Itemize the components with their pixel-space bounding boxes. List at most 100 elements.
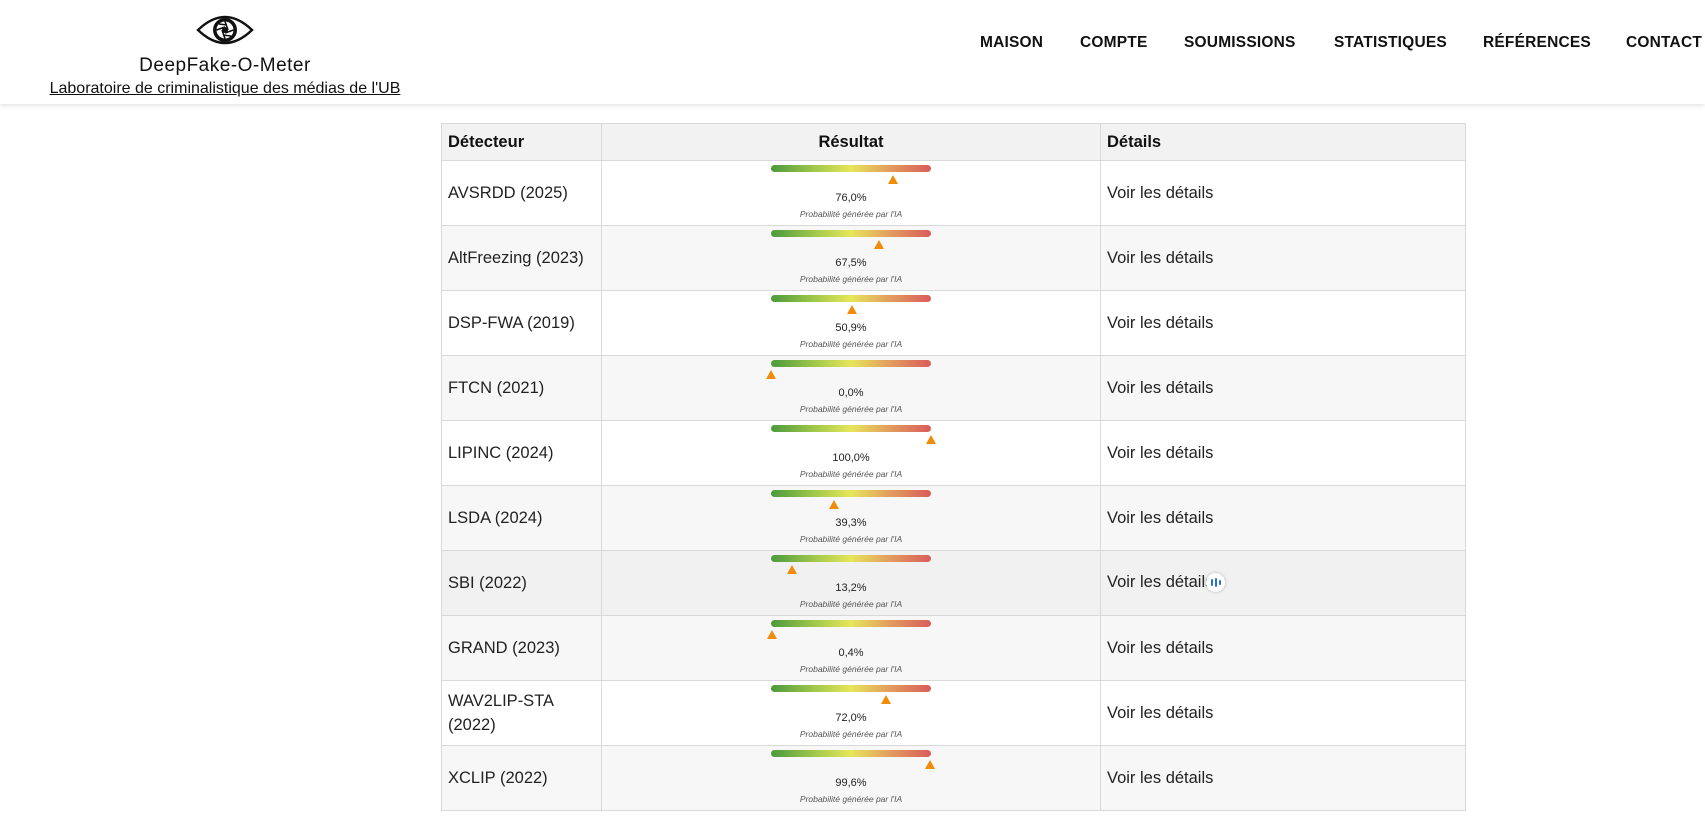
header-result: Résultat bbox=[601, 123, 1101, 161]
detector-name: LIPINC (2024) bbox=[441, 420, 602, 486]
table-header-row: Détecteur Résultat Détails bbox=[441, 123, 1466, 161]
detector-name: AVSRDD (2025) bbox=[441, 160, 602, 226]
nav-maison[interactable]: MAISON bbox=[980, 34, 1043, 52]
detector-name: WAV2LIP-STA (2022) bbox=[441, 680, 602, 746]
details-cell: Voir les détails bbox=[1100, 745, 1466, 811]
gauge-marker-icon bbox=[766, 630, 777, 639]
gauge-marker-icon bbox=[828, 500, 839, 509]
main-nav: MAISON COMPTE SOUMISSIONS STATISTIQUES R… bbox=[0, 34, 1705, 56]
gauge-marker-icon bbox=[887, 175, 898, 184]
details-link[interactable]: Voir les détails bbox=[1107, 639, 1213, 657]
probability-value: 99,6% bbox=[835, 777, 867, 789]
details-cell: Voir les détails bbox=[1100, 290, 1466, 356]
table-row: FTCN (2021) 0,0% Probabilité générée par l… bbox=[441, 355, 1466, 421]
gauge-marker-icon bbox=[847, 305, 858, 314]
probability-caption: Probabilité générée par l'IA bbox=[799, 794, 903, 804]
brand-subtitle-link[interactable]: Laboratoire de criminalistique des média… bbox=[26, 80, 424, 98]
gauge-bar bbox=[771, 230, 931, 237]
probability-caption: Probabilité générée par l'IA bbox=[799, 599, 903, 609]
details-link[interactable]: Voir les détails bbox=[1107, 249, 1213, 267]
probability-value: 50,9% bbox=[835, 322, 867, 334]
gauge-bar bbox=[771, 360, 931, 367]
detector-name: AltFreezing (2023) bbox=[441, 225, 602, 291]
table-row: AltFreezing (2023) 67,5% Probabilité génér… bbox=[441, 225, 1466, 291]
table-row: XCLIP (2022) 99,6% Probabilité générée par… bbox=[441, 745, 1466, 811]
details-cell: Voir les détails bbox=[1100, 355, 1466, 421]
header-details: Détails bbox=[1100, 123, 1466, 161]
details-cell: Voir les détails bbox=[1100, 420, 1466, 486]
probability-gauge: 76,0% Probabilité générée par l'IA bbox=[771, 165, 931, 221]
probability-gauge: 0,0% Probabilité générée par l'IA bbox=[766, 360, 931, 416]
audio-wave-icon[interactable] bbox=[1206, 572, 1226, 592]
gauge-bar bbox=[771, 295, 931, 302]
brand-name: DeepFake-O-Meter bbox=[139, 55, 311, 76]
probability-gauge: 99,6% Probabilité générée par l'IA bbox=[771, 750, 936, 806]
details-link[interactable]: Voir les détails bbox=[1107, 704, 1213, 722]
result-cell: 100,0% Probabilité générée par l'IA bbox=[601, 420, 1101, 486]
table-row: AVSRDD (2025) 76,0% Probabilité générée pa… bbox=[441, 160, 1466, 226]
result-cell: 0,4% Probabilité générée par l'IA bbox=[601, 615, 1101, 681]
probability-value: 100,0% bbox=[832, 452, 870, 464]
probability-gauge: 50,9% Probabilité générée par l'IA bbox=[771, 295, 931, 351]
details-cell: Voir les détails bbox=[1100, 160, 1466, 226]
probability-caption: Probabilité générée par l'IA bbox=[799, 664, 903, 674]
result-cell: 76,0% Probabilité générée par l'IA bbox=[601, 160, 1101, 226]
gauge-bar bbox=[771, 620, 931, 627]
detector-name: FTCN (2021) bbox=[441, 355, 602, 421]
result-cell: 0,0% Probabilité générée par l'IA bbox=[601, 355, 1101, 421]
probability-value: 67,5% bbox=[835, 257, 867, 269]
gauge-bar bbox=[771, 425, 931, 432]
gauge-marker-icon bbox=[766, 370, 776, 379]
table-row: DSP-FWA (2019) 50,9% Probabilité générée p… bbox=[441, 290, 1466, 356]
table-row: WAV2LIP-STA (2022) 72,0% Probabilité génér… bbox=[441, 680, 1466, 746]
details-link[interactable]: Voir les détails bbox=[1107, 314, 1213, 332]
result-cell: 67,5% Probabilité générée par l'IA bbox=[601, 225, 1101, 291]
result-cell: 13,2% Probabilité générée par l'IA bbox=[601, 550, 1101, 616]
probability-gauge: 100,0% Probabilité générée par l'IA bbox=[771, 425, 936, 481]
details-link[interactable]: Voir les détails bbox=[1107, 769, 1213, 787]
probability-gauge: 0,4% Probabilité générée par l'IA bbox=[766, 620, 931, 676]
result-cell: 99,6% Probabilité générée par l'IA bbox=[601, 745, 1101, 811]
details-link[interactable]: Voir les détails bbox=[1107, 444, 1213, 462]
result-cell: 72,0% Probabilité générée par l'IA bbox=[601, 680, 1101, 746]
probability-value: 72,0% bbox=[835, 712, 867, 724]
details-link[interactable]: Voir les détails bbox=[1107, 379, 1213, 397]
gauge-bar bbox=[771, 750, 931, 757]
detector-name: DSP-FWA (2019) bbox=[441, 290, 602, 356]
probability-gauge: 39,3% Probabilité générée par l'IA bbox=[771, 490, 931, 546]
nav-soumissions[interactable]: SOUMISSIONS bbox=[1184, 34, 1296, 52]
probability-gauge: 67,5% Probabilité générée par l'IA bbox=[771, 230, 931, 286]
detector-name: LSDA (2024) bbox=[441, 485, 602, 551]
table-row: LIPINC (2024) 100,0% Probabilité générée p… bbox=[441, 420, 1466, 486]
gauge-marker-icon bbox=[881, 695, 892, 704]
header-detector: Détecteur bbox=[441, 123, 602, 161]
probability-caption: Probabilité générée par l'IA bbox=[799, 729, 903, 739]
nav-contact[interactable]: CONTACT bbox=[1626, 34, 1702, 52]
table-row: GRAND (2023) 0,4% Probabilité générée par … bbox=[441, 615, 1466, 681]
nav-compte[interactable]: COMPTE bbox=[1080, 34, 1148, 52]
gauge-bar bbox=[771, 165, 931, 172]
result-cell: 50,9% Probabilité générée par l'IA bbox=[601, 290, 1101, 356]
probability-caption: Probabilité générée par l'IA bbox=[799, 209, 903, 219]
details-link[interactable]: Voir les détails bbox=[1107, 573, 1213, 591]
probability-caption: Probabilité générée par l'IA bbox=[799, 469, 903, 479]
table-row: SBI (2022) 13,2% Probabilité générée par l… bbox=[441, 550, 1466, 616]
nav-statistiques[interactable]: STATISTIQUES bbox=[1334, 34, 1447, 52]
result-cell: 39,3% Probabilité générée par l'IA bbox=[601, 485, 1101, 551]
gauge-bar bbox=[771, 555, 931, 562]
probability-value: 13,2% bbox=[835, 582, 867, 594]
details-cell: Voir les détails bbox=[1100, 615, 1466, 681]
probability-caption: Probabilité générée par l'IA bbox=[799, 404, 903, 414]
details-cell: Voir les détails bbox=[1100, 550, 1466, 616]
probability-caption: Probabilité générée par l'IA bbox=[799, 339, 903, 349]
probability-value: 39,3% bbox=[835, 517, 867, 529]
details-link[interactable]: Voir les détails bbox=[1107, 509, 1213, 527]
details-cell: Voir les détails bbox=[1100, 225, 1466, 291]
gauge-marker-icon bbox=[926, 435, 936, 444]
details-cell: Voir les détails bbox=[1100, 680, 1466, 746]
details-link[interactable]: Voir les détails bbox=[1107, 184, 1213, 202]
nav-references[interactable]: RÉFÉRENCES bbox=[1483, 34, 1591, 52]
probability-gauge: 72,0% Probabilité générée par l'IA bbox=[771, 685, 931, 741]
detector-name: XCLIP (2022) bbox=[441, 745, 602, 811]
probability-caption: Probabilité générée par l'IA bbox=[799, 534, 903, 544]
